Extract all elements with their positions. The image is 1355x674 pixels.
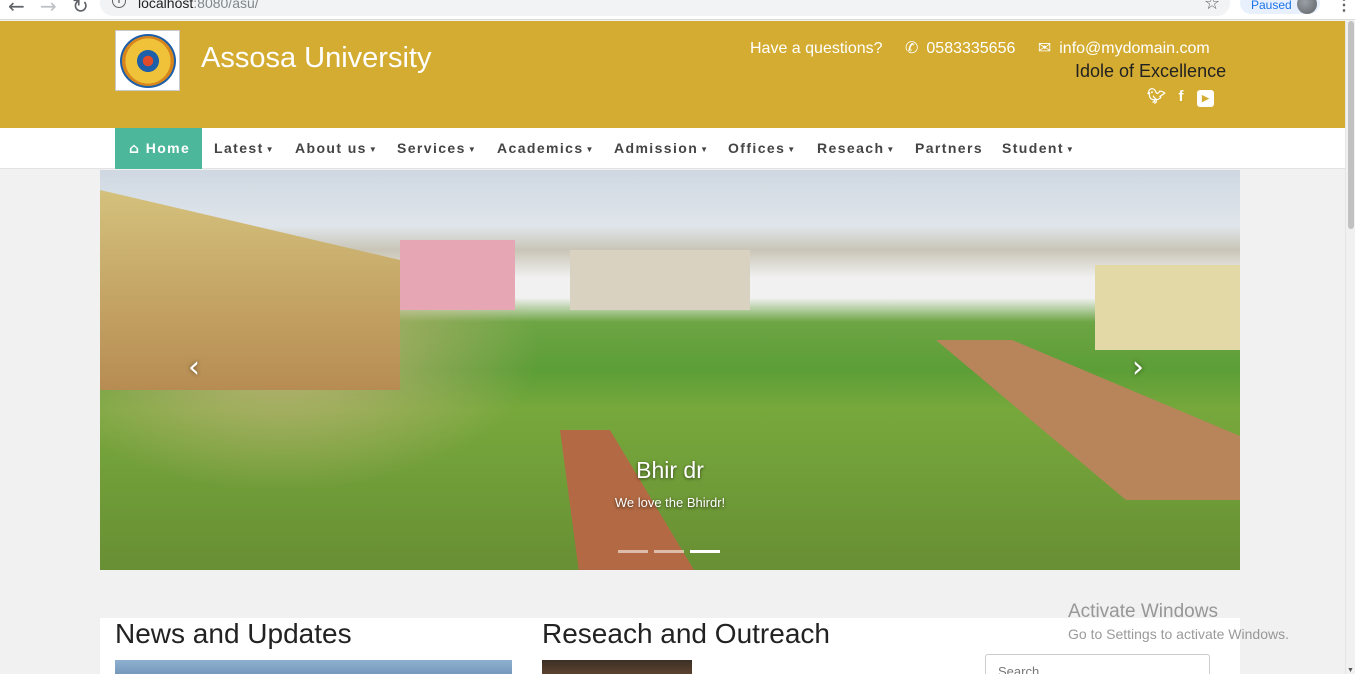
university-logo[interactable] (115, 30, 180, 91)
nav-item-label: Reseach (817, 140, 885, 156)
url-host: localhost (138, 0, 194, 11)
caret-down-icon: ▼ (265, 144, 275, 154)
bookmark-star-icon[interactable]: ☆ (1204, 0, 1220, 14)
nav-item-home[interactable]: ⌂ Home (115, 128, 203, 169)
address-bar[interactable] (100, 0, 1230, 16)
caret-down-icon: ▼ (787, 144, 797, 154)
twitter-icon[interactable]: 🐦︎ (1147, 88, 1166, 106)
caret-down-icon: ▼ (368, 144, 379, 154)
carousel-indicator[interactable] (618, 550, 648, 553)
nav-item-academics[interactable]: Academics ▼ (497, 128, 595, 169)
search-input[interactable] (985, 654, 1210, 674)
caret-down-icon: ▼ (585, 144, 595, 154)
envelope-icon: ✉ (1037, 38, 1052, 57)
nav-item-admission[interactable]: Admission ▼ (614, 128, 710, 169)
nav-item-latest[interactable]: Latest ▼ (214, 128, 275, 169)
motto: Idole of Excellence (1075, 61, 1227, 81)
facebook-icon[interactable]: f (1172, 88, 1190, 106)
nav-item-label: Partners (915, 140, 984, 156)
nav-item-label: About us (295, 140, 367, 156)
site-header: Assosa University Have a questions? ✆ 058… (0, 21, 1345, 128)
nav-item-research[interactable]: Reseach ▼ (817, 128, 896, 169)
paused-label: Paused (1251, 0, 1292, 12)
carousel-prev-icon[interactable]: ‹ (188, 350, 200, 385)
research-thumbnail[interactable] (542, 660, 692, 674)
contact-email[interactable]: info@mydomain.com (1059, 40, 1210, 57)
logo-emblem-icon (120, 34, 176, 88)
campus-building (1095, 265, 1240, 350)
caret-down-icon: ▼ (700, 144, 710, 154)
url-text[interactable]: localhost:8080/asu/ (138, 0, 259, 11)
campus-building (100, 190, 400, 390)
carousel-indicator-active[interactable] (690, 550, 720, 553)
nav-item-label: Offices (728, 140, 786, 156)
main-content: News and Updates Reseach and Outreach (100, 618, 1240, 674)
phone-icon: ✆ (904, 38, 919, 57)
caret-down-icon: ▼ (467, 144, 478, 154)
carousel-indicators (618, 540, 726, 558)
caret-down-icon: ▼ (1065, 144, 1076, 154)
nav-item-services[interactable]: Services ▼ (397, 128, 477, 169)
research-section-title: Reseach and Outreach (542, 618, 830, 649)
nav-item-about-us[interactable]: About us ▼ (295, 128, 378, 169)
youtube-icon[interactable]: ▶ (1197, 90, 1214, 107)
page-scrollbar[interactable]: ▼ (1345, 21, 1355, 674)
carousel-indicator[interactable] (654, 550, 684, 553)
browser-menu-icon[interactable]: ⋮ (1336, 0, 1352, 15)
nav-item-offices[interactable]: Offices ▼ (728, 128, 797, 169)
nav-item-label: Admission (614, 140, 699, 156)
url-path: :8080/asu/ (193, 0, 259, 11)
nav-item-label: Home (145, 140, 191, 156)
forward-icon[interactable]: → (40, 0, 57, 18)
social-links: 🐦︎ f ▶ (1147, 88, 1221, 107)
carousel-next-icon[interactable]: › (1132, 350, 1144, 385)
campus-building (570, 250, 750, 310)
campus-building (400, 240, 515, 310)
back-icon[interactable]: ← (8, 0, 25, 18)
contact-phone[interactable]: 0583335656 (926, 40, 1015, 57)
nav-item-label: Services (397, 140, 466, 156)
nav-item-partners[interactable]: Partners (915, 128, 983, 169)
main-navbar: ⌂ Home Latest ▼ About us ▼ Services ▼ Acade… (0, 128, 1345, 169)
contact-info: Have a questions? ✆ 0583335656 ✉ info@mydo… (750, 38, 1210, 58)
home-icon: ⌂ (129, 141, 141, 157)
carousel-caption-title: Bhir dr (636, 457, 704, 483)
nav-item-label: Academics (497, 140, 584, 156)
scrollbar-thumb[interactable] (1348, 21, 1354, 229)
news-section-title: News and Updates (115, 618, 352, 649)
nav-item-student[interactable]: Student ▼ (1002, 128, 1075, 169)
browser-toolbar: ← → ↻ i localhost:8080/asu/ ☆ Paused ⋮ (0, 0, 1355, 20)
caret-down-icon: ▼ (886, 144, 896, 154)
reload-icon[interactable]: ↻ (72, 0, 89, 18)
site-title[interactable]: Assosa University (201, 42, 431, 75)
scroll-down-icon[interactable]: ▼ (1347, 667, 1354, 674)
news-thumbnail[interactable] (115, 660, 512, 674)
contact-question: Have a questions? (750, 40, 883, 57)
nav-item-label: Student (1002, 140, 1064, 156)
nav-item-label: Latest (214, 140, 264, 156)
carousel-caption-text: We love the Bhirdr! (614, 495, 726, 510)
hero-carousel: ‹ › Bhir dr We love the Bhirdr! (100, 170, 1240, 570)
